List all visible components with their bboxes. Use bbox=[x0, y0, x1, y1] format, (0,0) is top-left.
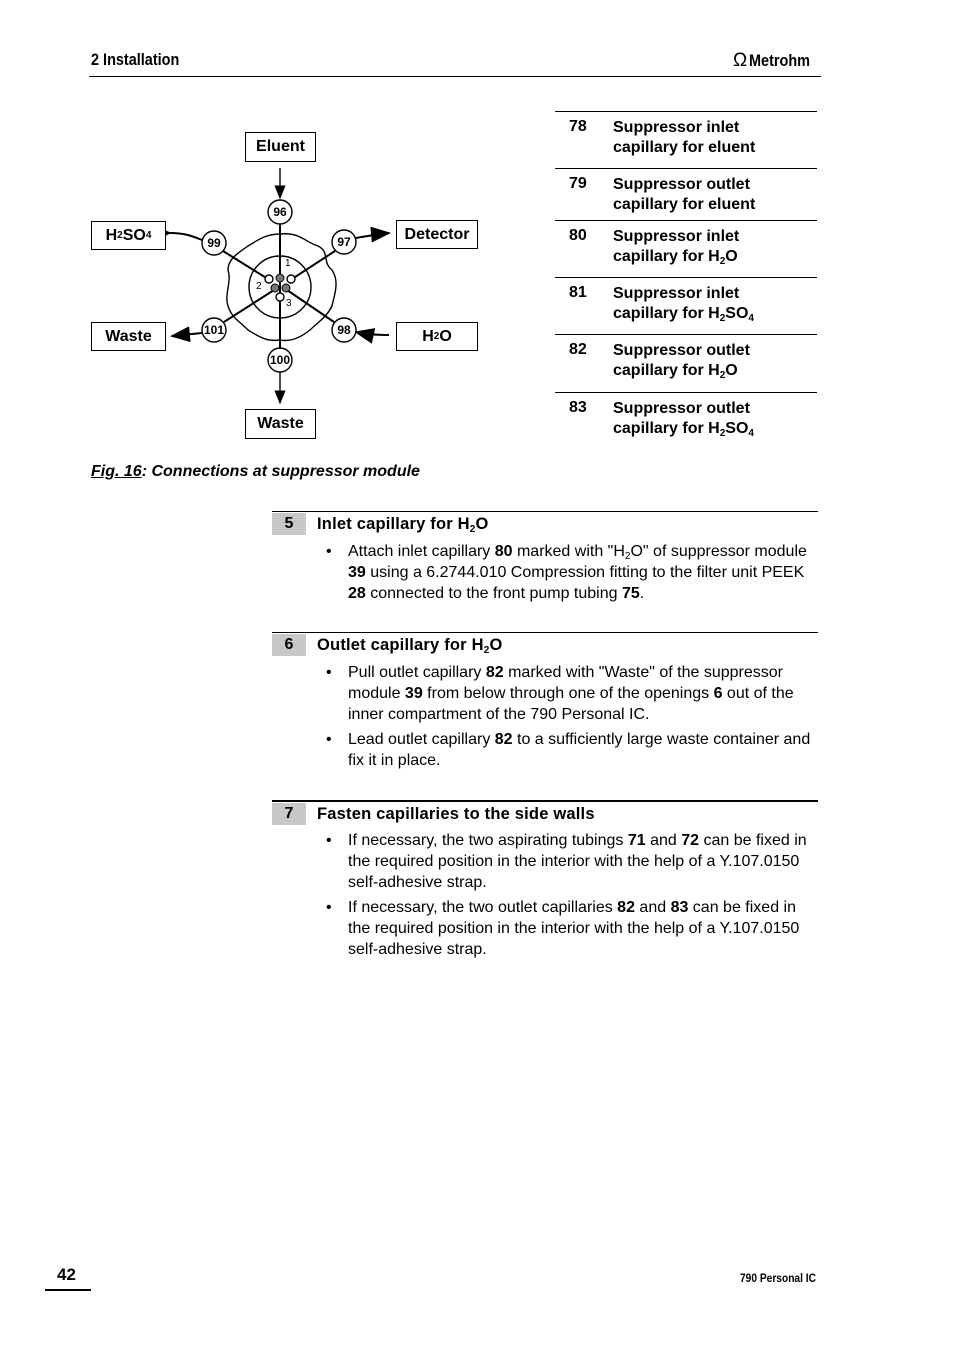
bullet-item: If necessary, the two aspirating tubings… bbox=[326, 830, 822, 893]
connector-label: 100 bbox=[269, 353, 291, 367]
legend-row: 82 Suppressor outlet capillary for H2O bbox=[555, 334, 817, 393]
manual-page: 2 Installation Ω Metrohm Eluent H 2 SO 4… bbox=[0, 0, 954, 1351]
product-name: 790 Personal IC bbox=[740, 1271, 816, 1285]
h2o-box: H2O bbox=[396, 322, 478, 351]
legend-row: 80 Suppressor inlet capillary for H2O bbox=[555, 220, 817, 278]
h2so4-box: H 2 SO 4 bbox=[91, 221, 166, 250]
step-7-header: 7 Fasten capillaries to the side walls bbox=[272, 800, 818, 825]
legend-row: 81 Suppressor inlet capillary for H2SO4 bbox=[555, 277, 817, 335]
port-label: 2 bbox=[256, 281, 262, 292]
detector-box: Detector bbox=[396, 220, 478, 249]
legend-row: 83 Suppressor outlet capillary for H2SO4 bbox=[555, 392, 817, 448]
bullet-item: If necessary, the two outlet capillaries… bbox=[326, 897, 822, 960]
legend-row: 79 Suppressor outlet capillary for eluent bbox=[555, 168, 817, 221]
step-6-header: 6 Outlet capillary for H2O bbox=[272, 632, 818, 656]
waste-bottom-box: Waste bbox=[245, 409, 316, 439]
port-label: 3 bbox=[286, 298, 292, 309]
page-number-rule bbox=[45, 1289, 91, 1291]
page-number: 42 bbox=[57, 1265, 76, 1284]
connector-label: 99 bbox=[207, 236, 221, 250]
connector-label: 96 bbox=[273, 205, 287, 219]
legend-row: 78 Suppressor inlet capillary for eluent bbox=[555, 111, 817, 169]
connector-label: 97 bbox=[337, 235, 351, 249]
bullet-item: Lead outlet capillary 82 to a sufficient… bbox=[326, 729, 822, 771]
waste-left-box: Waste bbox=[91, 322, 166, 351]
eluent-box: Eluent bbox=[245, 132, 316, 162]
step-5-header: 5 Inlet capillary for H2O bbox=[272, 511, 818, 535]
bullet-item: Attach inlet capillary 80 marked with "H… bbox=[326, 541, 822, 604]
bullet-item: Pull outlet capillary 82 marked with "Wa… bbox=[326, 662, 822, 725]
connector-label: 98 bbox=[337, 323, 351, 337]
module-outline bbox=[226, 233, 337, 342]
connector-label: 101 bbox=[203, 323, 225, 337]
port-label: 1 bbox=[285, 258, 291, 269]
figure-caption: Fig. 16: Connections at suppressor modul… bbox=[91, 463, 420, 480]
